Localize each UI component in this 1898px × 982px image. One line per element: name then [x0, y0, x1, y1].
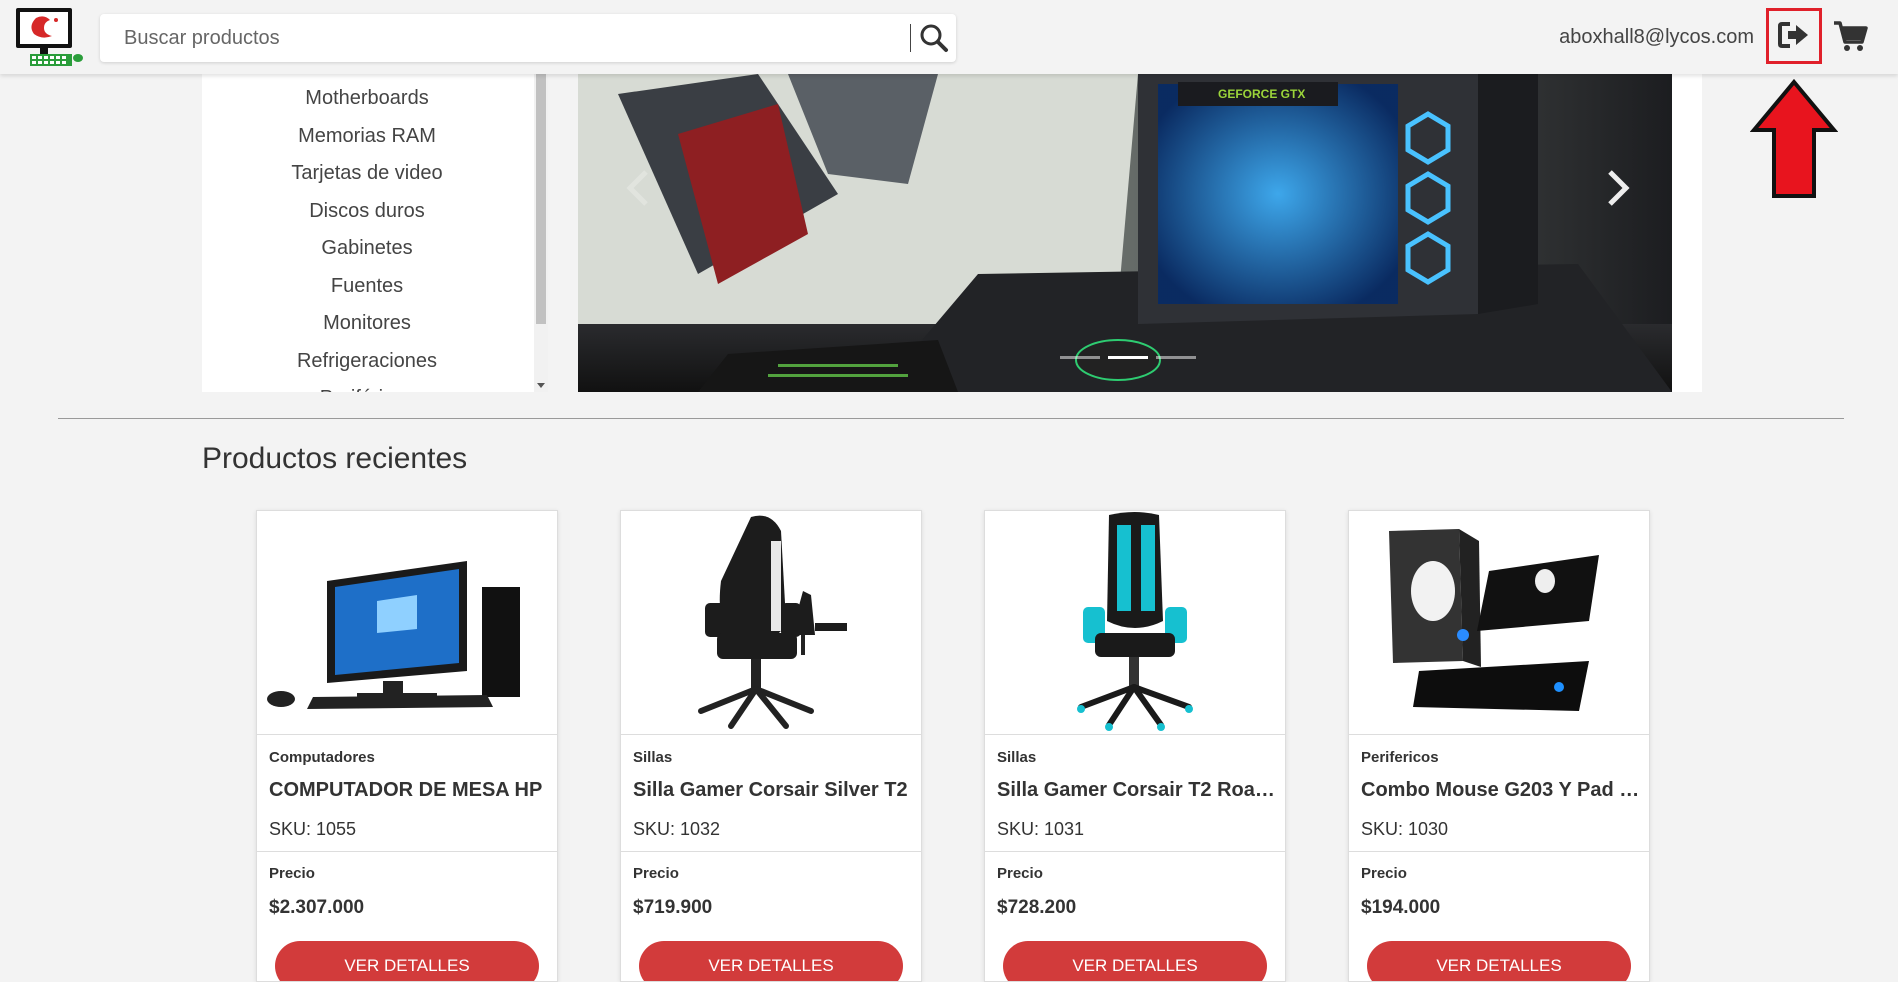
scrollbar-thumb[interactable] — [536, 74, 546, 324]
annotation-arrow-up-icon — [1749, 78, 1839, 200]
search-bar — [100, 14, 956, 62]
product-category: Sillas — [633, 749, 673, 766]
product-name[interactable]: COMPUTADOR DE MESA HP — [269, 779, 549, 802]
carousel-next-icon[interactable] — [1598, 158, 1638, 218]
product-price: $2.307.000 — [269, 897, 365, 918]
category-item[interactable]: Monitores — [202, 305, 532, 343]
product-name[interactable]: Silla Gamer Corsair Silver T2 — [633, 779, 913, 802]
view-details-button[interactable]: VER DETALLES — [1003, 941, 1267, 981]
product-sku: SKU: 1030 — [1361, 819, 1449, 839]
category-item[interactable]: Discos duros — [202, 193, 532, 231]
banner-carousel: GEFORCE GTX — [578, 74, 1672, 392]
product-category: Sillas — [997, 749, 1037, 766]
price-label: Precio — [997, 865, 1043, 882]
product-sku: SKU: 1031 — [997, 819, 1085, 839]
category-item[interactable]: Gabinetes — [202, 230, 532, 268]
carousel-indicator[interactable] — [1108, 356, 1148, 359]
price-label: Precio — [1361, 865, 1407, 882]
category-list: Motherboards Memorias RAM Tarjetas de vide… — [202, 74, 548, 392]
search-input[interactable] — [100, 14, 900, 62]
product-image[interactable] — [621, 511, 921, 735]
section-divider — [58, 418, 1844, 419]
product-image[interactable] — [257, 511, 557, 735]
store-logo[interactable] — [14, 6, 86, 70]
category-item[interactable]: Memorias RAM — [202, 118, 532, 156]
product-price: $728.200 — [997, 897, 1077, 918]
user-email: aboxhall8@lycos.com — [1559, 26, 1754, 48]
product-name[interactable]: Combo Mouse G203 Y Pad Logitech — [1361, 779, 1641, 802]
search-icon[interactable] — [918, 22, 950, 54]
price-label: Precio — [633, 865, 679, 882]
card-divider — [985, 851, 1285, 852]
category-scrollbar[interactable] — [534, 74, 548, 392]
price-label: Precio — [269, 865, 315, 882]
product-name[interactable]: Silla Gamer Corsair T2 Road Warrior — [997, 779, 1277, 802]
product-image[interactable] — [1349, 511, 1649, 735]
shopping-cart-icon[interactable] — [1832, 18, 1868, 54]
recent-products-title: Productos recientes — [202, 442, 468, 475]
view-details-button[interactable]: VER DETALLES — [275, 941, 539, 981]
carousel-indicator[interactable] — [1156, 356, 1196, 359]
search-separator — [910, 24, 911, 52]
product-card: Computadores COMPUTADOR DE MESA HP SKU: … — [256, 510, 558, 982]
category-item[interactable]: Periféricos — [202, 380, 532, 392]
banner-carousel-container: GEFORCE GTX — [578, 74, 1702, 392]
sign-out-icon — [1778, 20, 1810, 53]
view-details-button[interactable]: VER DETALLES — [1367, 941, 1631, 981]
view-details-button[interactable]: VER DETALLES — [639, 941, 903, 981]
product-card: Perifericos Combo Mouse G203 Y Pad Logit… — [1348, 510, 1650, 982]
product-category: Perifericos — [1361, 749, 1439, 766]
product-image[interactable] — [985, 511, 1285, 735]
top-navbar: aboxhall8@lycos.com — [0, 0, 1898, 74]
gpu-label: GEFORCE GTX — [1218, 87, 1305, 101]
product-price: $194.000 — [1361, 897, 1441, 918]
card-divider — [257, 851, 557, 852]
card-divider — [1349, 851, 1649, 852]
carousel-indicator[interactable] — [1060, 356, 1100, 359]
product-card: Sillas Silla Gamer Corsair Silver T2 SKU… — [620, 510, 922, 982]
category-item[interactable]: Tarjetas de video — [202, 155, 532, 193]
logout-button[interactable] — [1766, 8, 1822, 64]
product-sku: SKU: 1032 — [633, 819, 721, 839]
product-price: $719.900 — [633, 897, 713, 918]
carousel-banner-image: GEFORCE GTX — [578, 74, 1672, 392]
product-sku: SKU: 1055 — [269, 819, 357, 839]
category-item[interactable]: Refrigeraciones — [202, 343, 532, 381]
scroll-down-arrow-icon[interactable] — [537, 383, 545, 388]
carousel-prev-icon[interactable] — [618, 158, 658, 218]
carousel-indicators — [1060, 356, 1196, 359]
product-category: Computadores — [269, 749, 375, 766]
category-item[interactable]: Fuentes — [202, 268, 532, 306]
card-divider — [621, 851, 921, 852]
product-card: Sillas Silla Gamer Corsair T2 Road Warri… — [984, 510, 1286, 982]
category-item[interactable]: Motherboards — [202, 80, 532, 118]
